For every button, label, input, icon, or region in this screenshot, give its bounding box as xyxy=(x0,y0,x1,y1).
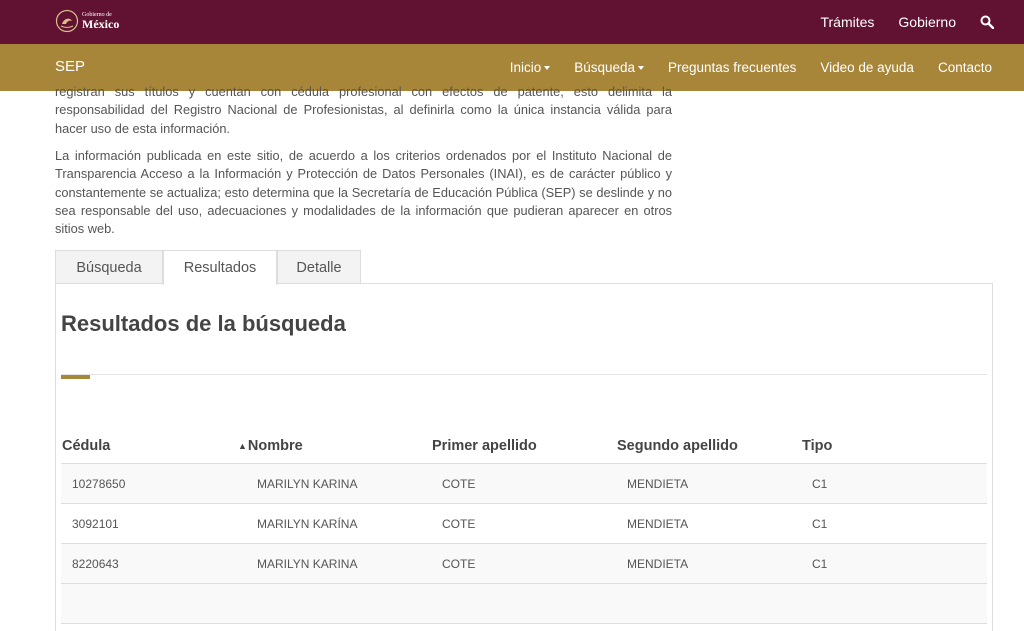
column-header-cedula[interactable]: Cédula xyxy=(62,438,110,454)
cell-segundo-apellido: MENDIETA xyxy=(627,516,689,531)
table-row[interactable]: 10278650 MARILYN KARINA COTE MENDIETA C1 xyxy=(61,464,987,504)
logo-big-text: México xyxy=(82,17,120,31)
search-icon[interactable] xyxy=(980,15,994,29)
results-title: Resultados de la búsqueda xyxy=(61,311,346,336)
column-header-nombre[interactable]: ▲ Nombre xyxy=(238,438,303,454)
cell-primer-apellido: COTE xyxy=(442,556,476,571)
table-row[interactable]: 3092101 MARILYN KARÍNA COTE MENDIETA C1 xyxy=(61,504,987,544)
results-panel: Resultados de la búsqueda Cédula ▲ Nombre… xyxy=(55,283,993,631)
caret-down-icon xyxy=(544,65,551,70)
cell-tipo: C1 xyxy=(812,476,828,491)
sort-asc-icon: ▲ xyxy=(238,441,247,451)
cell-cedula: 3092101 xyxy=(72,516,119,531)
nav-item-video[interactable]: Video de ayuda xyxy=(820,60,914,75)
nav-item-preguntas[interactable]: Preguntas frecuentes xyxy=(668,60,796,75)
cell-cedula: 10278650 xyxy=(72,476,126,491)
link-tramites[interactable]: Trámites xyxy=(820,14,874,30)
tab-busqueda[interactable]: Búsqueda xyxy=(55,250,163,284)
nav-item-busqueda[interactable]: Búsqueda xyxy=(574,60,645,75)
cell-nombre: MARILYN KARINA xyxy=(257,556,358,571)
column-header-tipo[interactable]: Tipo xyxy=(802,438,832,454)
nav-item-contacto[interactable]: Contacto xyxy=(938,60,992,75)
cell-primer-apellido: COTE xyxy=(442,476,476,491)
top-bar: Gobierno de México Trámites Gobierno xyxy=(0,0,1024,44)
tab-resultados[interactable]: Resultados xyxy=(163,250,277,285)
title-accent-bar xyxy=(61,375,90,379)
caret-down-icon xyxy=(638,65,645,70)
intro-paragraph-2: La información publicada en este sitio, … xyxy=(55,148,672,237)
column-header-segundo-apellido[interactable]: Segundo apellido xyxy=(617,438,738,454)
cell-primer-apellido: COTE xyxy=(442,516,476,531)
table-row-empty xyxy=(61,584,987,624)
link-gobierno[interactable]: Gobierno xyxy=(898,14,956,30)
cell-nombre: MARILYN KARÍNA xyxy=(257,516,358,531)
tab-detalle[interactable]: Detalle xyxy=(277,250,361,284)
column-header-primer-apellido[interactable]: Primer apellido xyxy=(432,438,537,454)
brand-sep[interactable]: SEP xyxy=(55,58,85,75)
nav-item-inicio[interactable]: Inicio xyxy=(510,60,551,75)
cell-segundo-apellido: MENDIETA xyxy=(627,476,689,491)
cell-segundo-apellido: MENDIETA xyxy=(627,556,689,571)
cell-tipo: C1 xyxy=(812,516,828,531)
table-row[interactable]: 8220643 MARILYN KARINA COTE MENDIETA C1 xyxy=(61,544,987,584)
intro-paragraph-1: registran sus títulos y cuentan con cédu… xyxy=(55,84,672,136)
cell-cedula: 8220643 xyxy=(72,556,119,571)
cell-nombre: MARILYN KARINA xyxy=(257,476,358,491)
gobierno-mexico-logo[interactable]: Gobierno de México xyxy=(55,8,119,34)
cell-tipo: C1 xyxy=(812,556,828,571)
title-divider xyxy=(61,374,987,375)
coat-of-arms-icon xyxy=(55,9,79,33)
